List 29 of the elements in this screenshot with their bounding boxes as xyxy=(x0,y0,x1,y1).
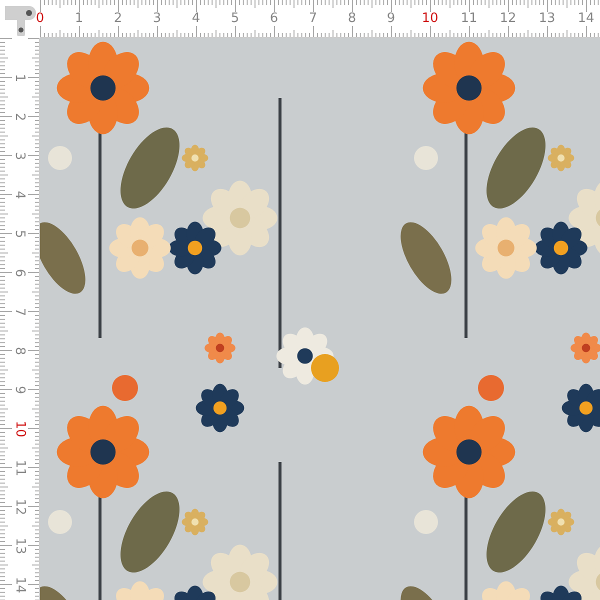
ruler-number: 7 xyxy=(308,12,318,26)
ruler-number: 14 xyxy=(12,576,26,593)
ruler-number: 3 xyxy=(12,151,26,160)
ruler-number: 10 xyxy=(422,12,438,26)
ruler-number: 8 xyxy=(12,346,26,355)
ruler-number: 9 xyxy=(386,12,396,26)
ruler-number: 4 xyxy=(192,12,200,26)
ruler-number: 12 xyxy=(12,498,26,515)
ruler-number: 12 xyxy=(500,12,516,26)
ruler-number: 0 xyxy=(36,12,44,26)
ruler-number: 6 xyxy=(270,12,278,26)
ruler-number: 6 xyxy=(12,268,26,277)
ruler-number: 5 xyxy=(12,229,26,238)
ruler-number: 3 xyxy=(152,12,162,26)
ruler-number: 4 xyxy=(12,190,26,199)
ruler-number: 7 xyxy=(12,307,26,316)
ruler-number: 2 xyxy=(114,12,122,26)
ruler-number: 13 xyxy=(538,12,556,26)
ruler-number: 13 xyxy=(12,537,26,554)
ruler-number: 9 xyxy=(12,385,26,394)
ruler-number: 10 xyxy=(12,420,26,437)
ruler-number: 5 xyxy=(230,12,240,26)
ruler-number: 1 xyxy=(74,12,84,26)
ruler-number: 11 xyxy=(12,459,26,476)
ruler-number: 2 xyxy=(12,112,26,121)
ruler-number: 1 xyxy=(12,73,26,82)
ruler-number: 14 xyxy=(578,12,594,26)
ruler-number: 8 xyxy=(348,12,356,26)
ruler-number: 11 xyxy=(460,12,478,26)
